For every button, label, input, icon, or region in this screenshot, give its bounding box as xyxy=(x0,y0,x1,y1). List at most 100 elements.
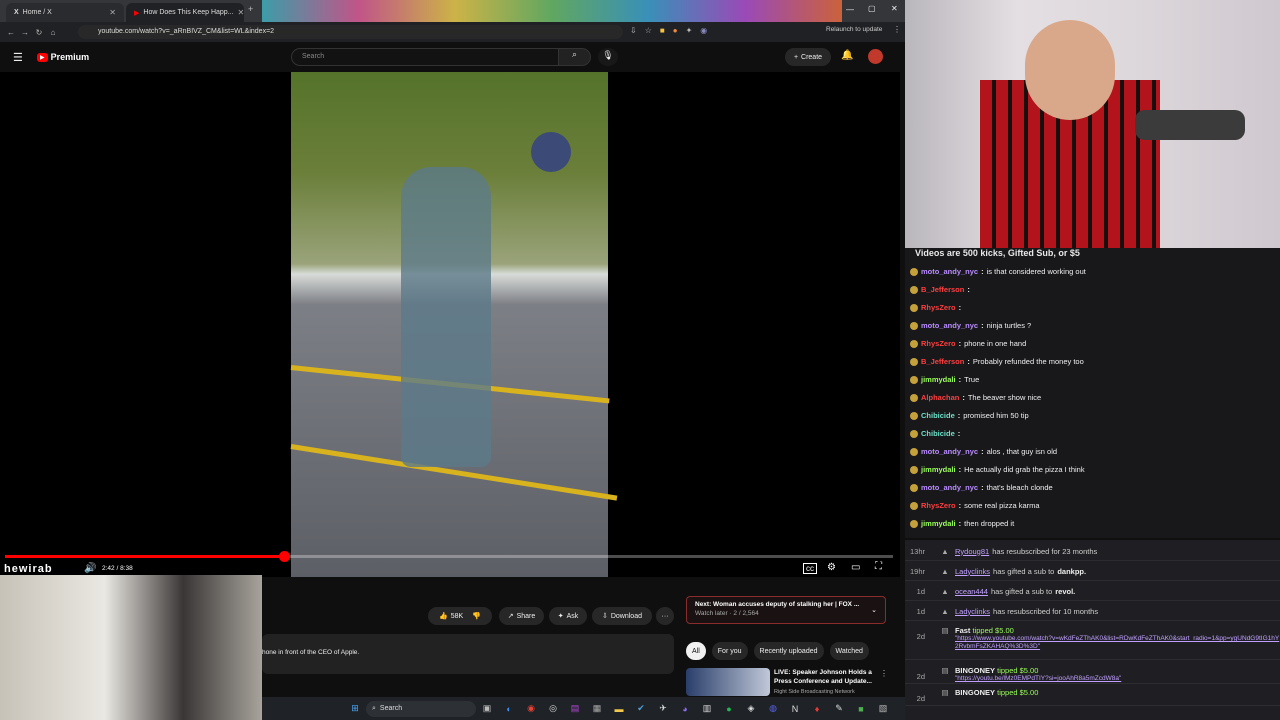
search-input[interactable]: Search xyxy=(291,48,559,66)
app-icon[interactable]: ▦ xyxy=(586,701,608,717)
chip-for-you[interactable]: For you xyxy=(711,642,748,660)
chat-username[interactable]: jimmydali xyxy=(921,519,956,528)
progress-scrubber[interactable] xyxy=(278,551,290,562)
window-close-icon[interactable]: ✕ xyxy=(891,4,898,13)
app-icon[interactable]: ◍ xyxy=(762,701,784,717)
extension-icon[interactable]: ● xyxy=(673,26,678,35)
home-icon[interactable]: ⌂ xyxy=(46,28,60,37)
app-icon[interactable]: ✔ xyxy=(630,701,652,717)
forward-icon[interactable]: → xyxy=(18,28,32,37)
like-button[interactable]: 👍 58K 👎 xyxy=(428,607,492,625)
menu-icon[interactable]: ⋮ xyxy=(893,25,901,34)
close-icon[interactable]: ✕ xyxy=(238,8,244,17)
chat-message: moto_andy_nyc: that's bleach clonde xyxy=(910,483,1053,492)
chrome-icon[interactable]: ◉ xyxy=(520,701,542,717)
chat-username[interactable]: Chibicide xyxy=(921,411,955,420)
rec-title[interactable]: LIVE: Speaker Johnson Holds a Press Conf… xyxy=(774,668,876,686)
install-icon[interactable]: ⇩ xyxy=(630,26,637,35)
chat-username[interactable]: jimmydali xyxy=(921,465,956,474)
app-icon[interactable]: ◈ xyxy=(740,701,762,717)
reload-icon[interactable]: ↻ xyxy=(32,28,46,37)
chat-username[interactable]: moto_andy_nyc xyxy=(921,321,978,330)
app-icon[interactable]: N xyxy=(784,701,806,717)
ask-button[interactable]: ✦ Ask xyxy=(549,607,587,625)
app-icon[interactable]: ♦ xyxy=(806,701,828,717)
chat-username[interactable]: moto_andy_nyc xyxy=(921,267,978,276)
chat-username[interactable]: Chibicide xyxy=(921,429,955,438)
chat-username[interactable]: moto_andy_nyc xyxy=(921,483,978,492)
app-icon[interactable]: ▤ xyxy=(564,701,586,717)
tab-home-x[interactable]: X Home / X ✕ xyxy=(6,3,124,22)
app-icon[interactable]: ✎ xyxy=(828,701,850,717)
event-user[interactable]: ocean444 xyxy=(955,587,988,596)
theater-mode-icon[interactable]: ▭ xyxy=(851,562,860,573)
new-tab-icon[interactable]: + xyxy=(248,4,253,14)
app-icon[interactable]: ■ xyxy=(850,701,872,717)
next-up-panel[interactable]: Next: Woman accuses deputy of stalking h… xyxy=(686,596,886,624)
notifications-icon[interactable]: 🔔 xyxy=(841,50,853,61)
tip-user[interactable]: BINGONEY xyxy=(955,688,995,697)
extension-icon[interactable]: ■ xyxy=(660,26,665,35)
relaunch-button[interactable]: Relaunch to update xyxy=(826,26,882,33)
tab-youtube[interactable]: ▶ How Does This Keep Happ... ✕ xyxy=(126,3,244,22)
taskbar-search[interactable]: ⌕ Search xyxy=(366,700,476,717)
event-user[interactable]: Rydoug81 xyxy=(955,547,989,556)
spotify-icon[interactable]: ● xyxy=(718,701,740,717)
thumbs-down-icon[interactable]: 👎 xyxy=(472,612,481,620)
more-actions-button[interactable]: ··· xyxy=(656,607,674,625)
task-view-icon[interactable]: ▣ xyxy=(476,701,498,717)
minimize-icon[interactable]: — xyxy=(846,5,854,14)
hamburger-icon[interactable]: ☰ xyxy=(13,51,23,64)
app-icon[interactable]: ✈ xyxy=(652,701,674,717)
chat-username[interactable]: RhysZero xyxy=(921,501,956,510)
folder-icon[interactable]: ▬ xyxy=(608,701,630,717)
chip-all[interactable]: All xyxy=(686,642,706,660)
close-icon[interactable]: ✕ xyxy=(109,8,116,17)
obs-icon[interactable]: ◎ xyxy=(542,701,564,717)
share-button[interactable]: ↗ Share xyxy=(499,607,544,625)
settings-icon[interactable]: ⚙ xyxy=(827,562,836,573)
search-button[interactable]: ⌕ xyxy=(559,48,591,66)
chat-username[interactable]: moto_andy_nyc xyxy=(921,447,978,456)
video-frame[interactable] xyxy=(290,72,618,577)
address-bar[interactable]: youtube.com/watch?v=_aRnBIVZ_CM&list=WL&… xyxy=(78,25,623,39)
maximize-icon[interactable]: ▢ xyxy=(868,4,876,13)
microphone-icon[interactable]: 🎙 xyxy=(598,48,618,66)
tip-link[interactable]: "https://www.youtube.com/watch?v=wKdFeZT… xyxy=(955,635,1280,651)
puzzle-icon[interactable]: ✦ xyxy=(686,26,693,35)
chat-username[interactable]: B_Jefferson xyxy=(921,285,964,294)
star-icon[interactable]: ☆ xyxy=(645,26,652,35)
create-button[interactable]: + Create xyxy=(785,48,831,66)
edge-icon[interactable]: ◐ xyxy=(498,701,520,717)
download-button[interactable]: ⇩ Download xyxy=(592,607,652,625)
youtube-logo[interactable]: ▶ Premium xyxy=(37,52,89,62)
chat-username[interactable]: B_Jefferson xyxy=(921,357,964,366)
description-box[interactable]: hone in front of the CEO of Apple. xyxy=(262,634,674,674)
chevron-down-icon[interactable]: ⌄ xyxy=(871,606,877,614)
chip-recently-uploaded[interactable]: Recently uploaded xyxy=(753,642,824,660)
fullscreen-icon[interactable]: ⛶ xyxy=(875,561,882,572)
chat-username[interactable]: RhysZero xyxy=(921,303,956,312)
avatar[interactable] xyxy=(868,49,883,64)
tip-user[interactable]: BINGONEY xyxy=(955,666,995,675)
tip-user[interactable]: Fast xyxy=(955,626,970,635)
streamer-webcam xyxy=(905,0,1280,248)
captions-icon[interactable]: cc xyxy=(803,563,817,574)
chat-username[interactable]: jimmydali xyxy=(921,375,956,384)
tip-link[interactable]: "https://youtu.be/lMz0EMPdTIY?si=jooAhR8… xyxy=(955,675,1280,683)
profile-icon[interactable]: ◉ xyxy=(700,26,707,35)
chat-username[interactable]: Alphachan xyxy=(921,393,959,402)
rec-menu-icon[interactable]: ⋮ xyxy=(880,669,888,678)
rec-thumbnail[interactable] xyxy=(686,668,770,696)
event-user[interactable]: Ladyclinks xyxy=(955,567,990,576)
discord-icon[interactable]: ◕ xyxy=(674,701,696,717)
volume-icon[interactable]: 🔊 xyxy=(84,563,96,574)
chip-watched[interactable]: Watched xyxy=(829,642,869,660)
tip-row: 2d ▤ Fast tipped $5.00 "https://www.youtube… xyxy=(905,622,1280,660)
app-icon[interactable]: ▧ xyxy=(872,701,894,717)
chat-username[interactable]: RhysZero xyxy=(921,339,956,348)
back-icon[interactable]: ← xyxy=(4,28,18,37)
event-user[interactable]: Ladyclinks xyxy=(955,607,990,616)
app-icon[interactable]: ▥ xyxy=(696,701,718,717)
windows-start-icon[interactable]: ⊞ xyxy=(344,701,366,717)
